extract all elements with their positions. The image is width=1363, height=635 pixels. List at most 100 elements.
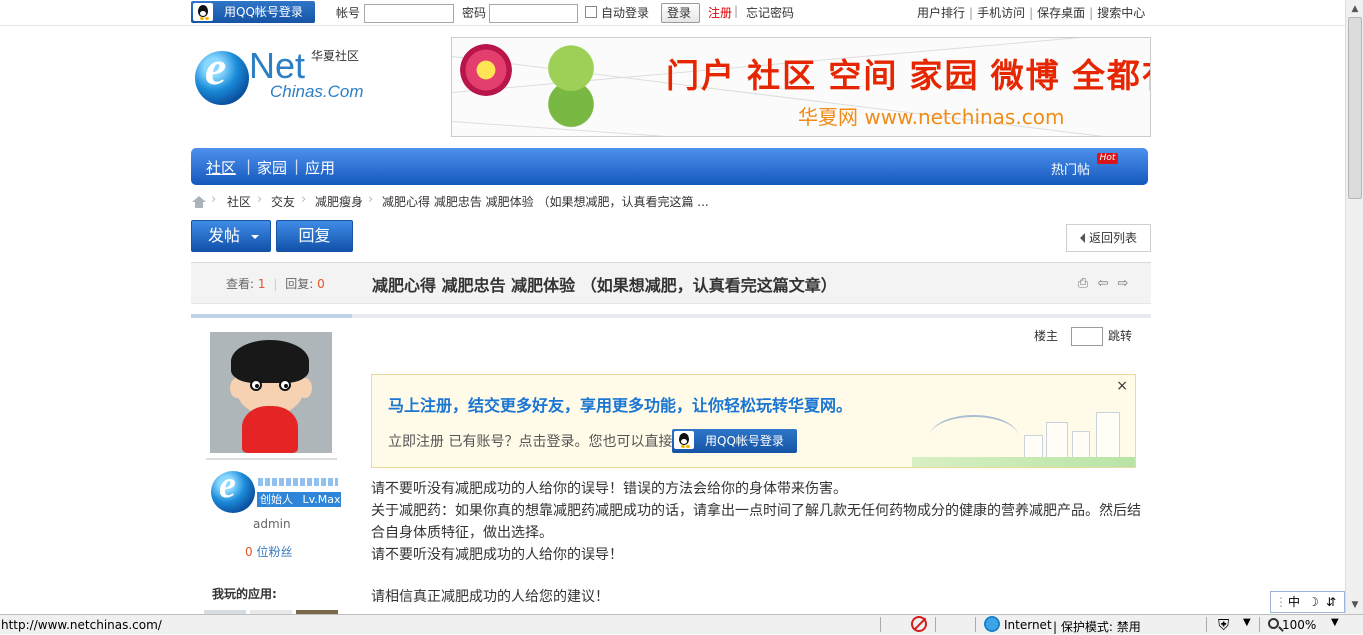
status-divider [1206, 617, 1207, 632]
rank-level: Lv.Max [302, 493, 341, 506]
ime-punctuation-icon[interactable]: ⇵ [1326, 592, 1336, 612]
search-center-link[interactable]: 搜索中心 [1097, 6, 1145, 20]
logo-net-text: Net [249, 45, 306, 86]
page-content: Net Chinas.Com 华夏社区 门户 社区 空间 家园 微博 全都有 华… [0, 26, 1345, 614]
blocked-icon[interactable] [911, 616, 927, 632]
hot-badge: Hot [1097, 153, 1118, 164]
breadcrumb-weight-loss[interactable]: 减肥瘦身 [315, 193, 363, 210]
login-button[interactable]: 登录 [661, 3, 700, 23]
nav-item-apps[interactable]: 应用 [305, 157, 335, 178]
forgot-password-link[interactable]: 忘记密码 [746, 4, 794, 21]
password-label: 密码 [462, 6, 487, 20]
views-label: 查看: [226, 277, 255, 291]
breadcrumb-separator: › [211, 192, 217, 207]
my-apps-label: 我玩的应用: [212, 587, 277, 601]
save-desktop-link[interactable]: 保存桌面 [1037, 6, 1085, 20]
breadcrumb-friends[interactable]: 交友 [271, 193, 295, 210]
back-to-list-button[interactable]: 返回列表 [1066, 224, 1151, 252]
views-value: 1 [257, 277, 266, 291]
password-input[interactable] [489, 4, 578, 23]
internet-zone-label: Internet [1004, 618, 1052, 632]
nav-item-community[interactable]: 社区 [206, 157, 236, 178]
jump-link[interactable]: 跳转 [1108, 327, 1132, 344]
scroll-down-icon[interactable]: ▼ [1347, 597, 1363, 613]
post-paragraph: 请不要听没有减肥成功的人给你的误导！ [371, 547, 623, 563]
chevron-down-icon[interactable]: ▼ [1243, 617, 1251, 628]
new-post-button[interactable]: 发帖 [191, 220, 271, 252]
qq-login-label: 用QQ帐号登录 [224, 5, 303, 19]
post-paragraph: 关于减肥药：如果你真的想靠减肥药减肥成功的话，请拿出一点时间了解几款无任何药物成… [371, 503, 1141, 541]
new-post-label: 发帖 [208, 226, 241, 245]
qq-icon [674, 431, 694, 449]
print-icon[interactable]: ⎙ [1076, 277, 1090, 291]
internet-zone-icon[interactable] [984, 616, 1000, 632]
header-banner[interactable]: 门户 社区 空间 家园 微博 全都有 华夏网 www.netchinas.com [451, 37, 1151, 137]
protected-mode-status: | 保护模式: 禁用 [1053, 620, 1141, 634]
register-link[interactable]: 注册 [708, 4, 732, 21]
register-notice: × 马上注册，结交更多好友，享用更多功能，让你轻松玩转华夏网。 立即注册 已有账… [371, 374, 1136, 468]
author-avatar[interactable] [210, 332, 332, 453]
rank-progress-bar [258, 478, 338, 486]
breadcrumb-separator: › [301, 192, 307, 207]
logo-chinas-text: Chinas.Com [270, 82, 364, 101]
status-divider [880, 617, 881, 632]
banner-site-text: 华夏网 www.netchinas.com [798, 105, 1065, 129]
link-separator: | [1029, 6, 1034, 20]
vertical-scrollbar[interactable]: ▲ ▼ [1345, 0, 1363, 614]
dropdown-arrow-icon [251, 235, 259, 239]
rank-e-icon [211, 466, 255, 513]
avatar-right-eye [279, 379, 291, 391]
account-input[interactable] [364, 4, 454, 23]
status-divider [935, 617, 936, 632]
hot-threads-link[interactable]: 热门帖 [1051, 159, 1090, 178]
avatar-hair [231, 340, 309, 383]
author-fans[interactable]: 0 位粉丝 [245, 543, 292, 560]
next-thread-icon[interactable]: ⇨ [1116, 277, 1130, 291]
fans-count: 0 [245, 545, 253, 559]
security-icon[interactable]: ⛨ [1218, 616, 1229, 634]
thread-stats: 查看: 1 | 回复: 0 [226, 275, 325, 292]
nav-item-home[interactable]: 家园 [257, 157, 287, 178]
ime-chinese-icon[interactable]: 中 [1288, 592, 1300, 612]
reply-button[interactable]: 回复 [276, 220, 353, 252]
mobile-access-link[interactable]: 手机访问 [977, 6, 1025, 20]
ime-toolbar[interactable]: ⋮ 中 ☽ ⇵ [1270, 591, 1345, 613]
zoom-icon[interactable] [1268, 618, 1279, 629]
auto-login-checkbox[interactable] [585, 6, 597, 18]
chevron-down-icon[interactable]: ▼ [1331, 617, 1339, 628]
jump-floor-input[interactable] [1071, 327, 1103, 346]
replies-value: 0 [317, 277, 325, 291]
author-rank: 创始人 Lv.Max [211, 466, 341, 513]
home-icon[interactable] [192, 196, 206, 208]
banner-slogan: 门户 社区 空间 家园 微博 全都有 [666, 57, 1151, 94]
top-right-links: 用户排行 | 手机访问 | 保存桌面 | 搜索中心 [917, 4, 1145, 21]
avatar-left-eye [250, 379, 262, 391]
avatar-divider [206, 458, 337, 460]
close-icon[interactable]: × [1116, 378, 1128, 394]
author-name[interactable]: admin [253, 517, 291, 531]
rank-label: 创始人 Lv.Max [257, 492, 341, 507]
user-ranking-link[interactable]: 用户排行 [917, 6, 965, 20]
logo-e-icon [195, 45, 249, 105]
post-divider [191, 314, 1151, 318]
nav-separator: | [246, 157, 252, 175]
lantern-icon [460, 44, 512, 96]
previous-thread-icon[interactable]: ⇦ [1096, 277, 1110, 291]
scroll-thumb[interactable] [1348, 17, 1362, 199]
scroll-up-icon[interactable]: ▲ [1347, 1, 1363, 17]
thread-header: 查看: 1 | 回复: 0 减肥心得 减肥忠告 减肥体验 （如果想减肥，认真看完… [191, 262, 1151, 304]
status-divider [975, 617, 976, 632]
qq-login-button[interactable]: 用QQ帐号登录 [191, 1, 315, 23]
breadcrumb-community[interactable]: 社区 [227, 193, 251, 210]
zoom-level[interactable]: 100% [1282, 618, 1316, 632]
bridge-decoration [930, 415, 1018, 457]
ime-moon-icon[interactable]: ☽ [1308, 592, 1319, 612]
notice-qq-login-button[interactable]: 用QQ帐号登录 [672, 429, 797, 453]
notice-text: 立即注册 已有账号？点击登录。您也可以直接 [388, 434, 673, 450]
grass-decoration [912, 457, 1135, 467]
nav-separator: | [294, 157, 300, 175]
thread-title: 减肥心得 减肥忠告 减肥体验 （如果想减肥，认真看完这篇文章） [372, 276, 837, 295]
left-arrow-icon [1080, 233, 1085, 243]
site-label: 华夏社区 [311, 49, 360, 63]
post-paragraph: 请不要听没有减肥成功的人给你的误导！错误的方法会给你的身体带来伤害。 [371, 481, 847, 497]
